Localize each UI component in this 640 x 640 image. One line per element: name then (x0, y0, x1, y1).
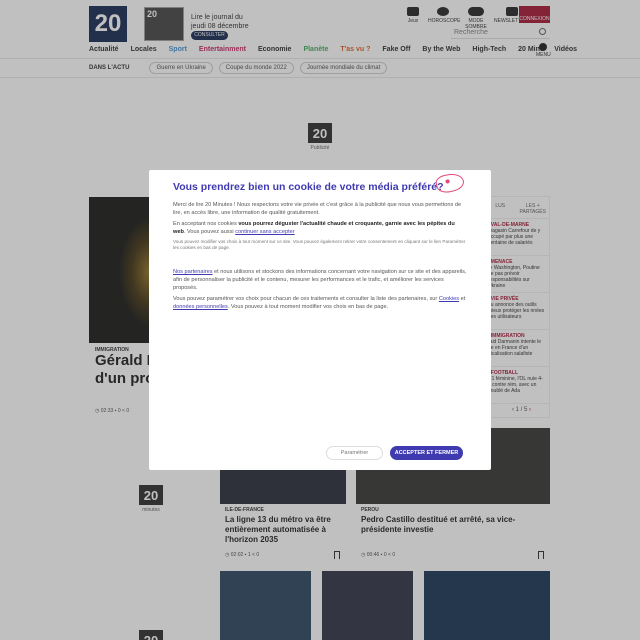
partners-link[interactable]: Nos partenaires (173, 269, 213, 275)
personal-data-link[interactable]: données personnelles (173, 304, 228, 310)
cookie-p4-pre: Vous pouvez paramétrer vos choix pour ch… (173, 296, 439, 302)
cookie-p2-post: . Vous pouvez aussi (183, 229, 236, 235)
cookie-paragraph-3: Nos partenaires et nous utilisons et sto… (173, 268, 467, 292)
page: 20 minutes 20 Lire le journal du jeudi 0… (0, 0, 640, 640)
accept-cookies-button[interactable]: ACCEPTER ET FERMER (390, 446, 463, 460)
cookie-fine-print: Vous pouvez modifier vos choix à tout mo… (173, 239, 466, 250)
cookie-p4-post: . Vous pouvez à tout moment modifier vos… (227, 304, 389, 310)
continue-without-accepting-link[interactable]: continuer sans accepter (235, 229, 294, 235)
cookie-p4-mid: et (459, 296, 466, 302)
cookie-dialog-title: Vous prendrez bien un cookie de votre mé… (173, 181, 444, 193)
cookie-dialog-body: Merci de lire 20 Minutes ! Nous respecto… (173, 201, 467, 314)
cookie-p3-text: et nous utilisons et stockons des inform… (173, 269, 467, 291)
cookie-consent-dialog: Vous prendrez bien un cookie de votre mé… (149, 170, 491, 470)
cookie-paragraph-1: Merci de lire 20 Minutes ! Nous respecto… (173, 202, 462, 216)
cookies-link[interactable]: Cookies (439, 296, 459, 302)
cookie-paragraph-4: Vous pouvez paramétrer vos choix pour ch… (173, 295, 467, 311)
cookie-icon (434, 171, 466, 195)
cookie-paragraph-2: En acceptant nos cookies vous pourrez dé… (173, 220, 467, 236)
cookie-p2-pre: En acceptant nos cookies (173, 221, 239, 227)
cookie-settings-button[interactable]: Paramétrer (326, 446, 383, 460)
